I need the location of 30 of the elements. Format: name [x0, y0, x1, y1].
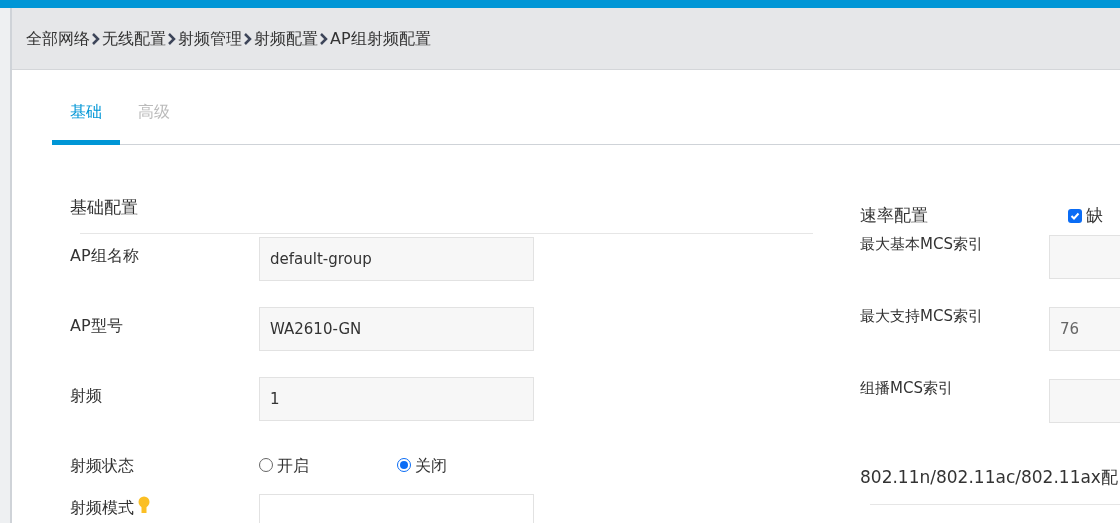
breadcrumb-link[interactable]: 全部网络 — [26, 26, 90, 51]
text-field[interactable] — [1049, 234, 1120, 279]
text-field[interactable]: 76 — [1049, 306, 1120, 351]
text-field[interactable] — [1049, 378, 1120, 423]
breadcrumb-link[interactable]: 无线配置 — [102, 26, 166, 51]
radio-label: 关闭 — [414, 454, 447, 477]
radio-label: 开启 — [277, 454, 309, 477]
breadcrumb-link[interactable]: 射频配置 — [254, 26, 318, 51]
section-title: 基础配置 — [70, 196, 139, 219]
chevron-icon — [92, 32, 100, 45]
field-label: AP组名称 — [70, 244, 139, 267]
section-title: 速率配置 — [860, 204, 929, 227]
checkbox[interactable] — [1068, 208, 1082, 223]
checkbox-label: 缺 — [1086, 204, 1103, 227]
field-label: 射频模式 — [70, 496, 134, 519]
field-label: AP型号 — [70, 314, 123, 337]
chevron-icon — [320, 32, 328, 45]
field-label: 最大支持MCS索引 — [860, 305, 984, 327]
field-label: 射频状态 — [70, 454, 134, 477]
chevron-icon — [168, 32, 176, 45]
text-field[interactable]: default-group — [259, 236, 534, 281]
text-field[interactable]: WA2610-GN — [259, 306, 534, 351]
section-title: 802.11n/802.11ac/802.11ax配 — [860, 465, 1119, 489]
field-label: 射频 — [70, 384, 102, 407]
field-label: 最大基本MCS索引 — [860, 233, 984, 255]
text-field[interactable]: 1 — [259, 376, 534, 421]
breadcrumb-link[interactable]: 射频管理 — [178, 26, 242, 51]
field-label: 组播MCS索引 — [860, 377, 954, 399]
chevron-icon — [244, 32, 252, 45]
breadcrumb-link[interactable]: AP组射频配置 — [330, 26, 431, 51]
